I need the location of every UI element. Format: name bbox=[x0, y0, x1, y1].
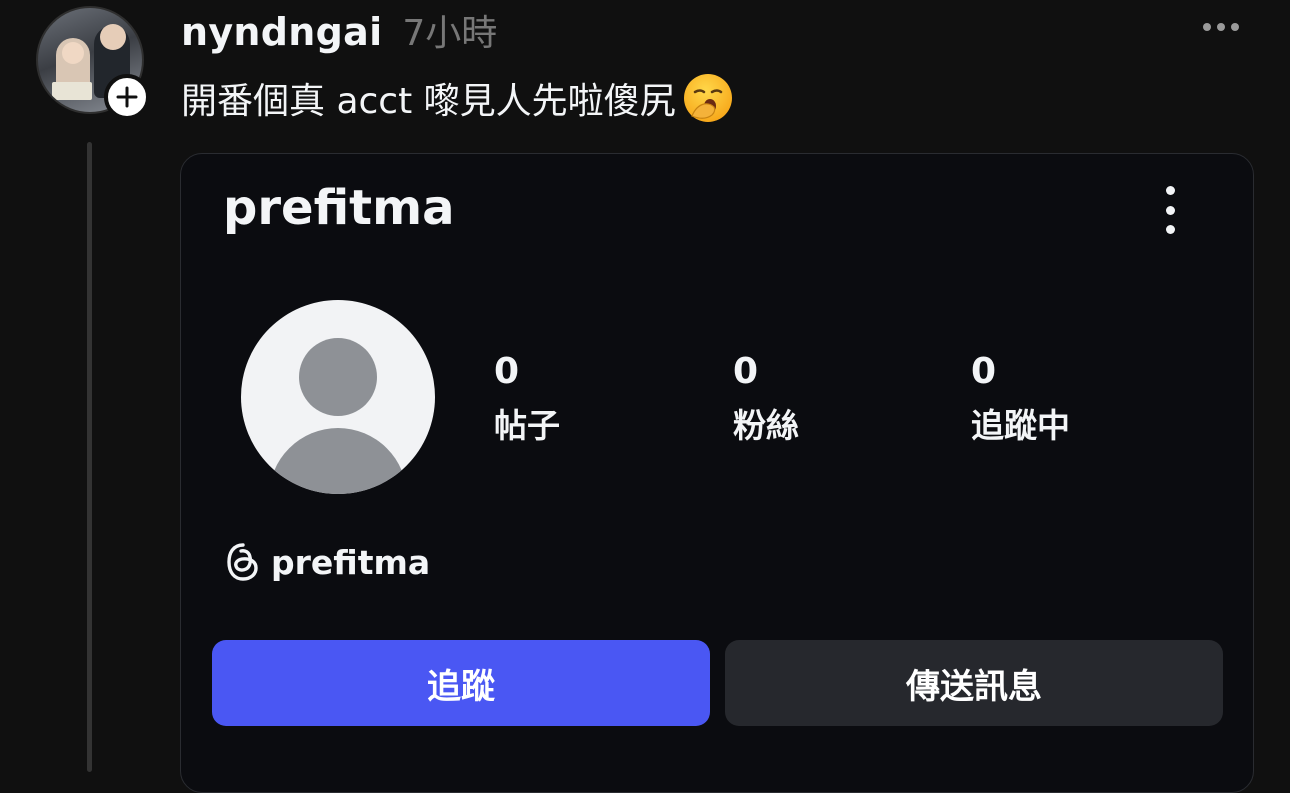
stat-posts-label: 帖子 bbox=[494, 406, 560, 445]
post-username[interactable]: nyndngai bbox=[181, 10, 382, 54]
avatar-photo-figure-head bbox=[62, 42, 84, 64]
yawning-face-icon bbox=[683, 74, 732, 122]
threads-handle: prefitma bbox=[271, 542, 431, 582]
default-profile-picture bbox=[241, 300, 435, 494]
avatar-photo-figure-head bbox=[100, 24, 126, 50]
stat-followers[interactable]: 0 粉絲 bbox=[733, 350, 799, 448]
thread-connector-line bbox=[87, 142, 92, 772]
threads-handle-row[interactable]: prefitma bbox=[225, 542, 430, 582]
person-silhouette-body bbox=[269, 428, 407, 494]
stat-posts[interactable]: 0 帖子 bbox=[494, 350, 560, 448]
stat-followers-label: 粉絲 bbox=[733, 406, 799, 445]
person-silhouette-head bbox=[299, 338, 377, 416]
stat-following[interactable]: 0 追蹤中 bbox=[971, 350, 1070, 448]
stat-following-count: 0 bbox=[971, 351, 997, 392]
post-text: 開番個真 acct 嚟見人先啦傻尻 bbox=[181, 81, 676, 122]
card-profile-handle: prefitma bbox=[223, 180, 455, 236]
threads-logo-icon bbox=[227, 543, 258, 581]
follow-button[interactable]: 追蹤 bbox=[212, 640, 710, 726]
profile-preview-card[interactable]: prefitma 0 帖子 0 粉絲 0 追蹤中 prefitma 追蹤 傳送訊… bbox=[180, 153, 1254, 793]
follow-author-button[interactable] bbox=[104, 74, 150, 120]
avatar-photo-sign bbox=[52, 82, 92, 100]
post-timestamp: 7小時 bbox=[402, 13, 498, 54]
stat-following-label: 追蹤中 bbox=[971, 406, 1070, 445]
send-message-button[interactable]: 傳送訊息 bbox=[725, 640, 1223, 726]
post-body: 開番個真 acct 嚟見人先啦傻尻 bbox=[181, 72, 734, 124]
plus-icon bbox=[116, 86, 138, 108]
card-menu-icon[interactable] bbox=[1155, 186, 1185, 234]
post-header: nyndngai 7小時 bbox=[181, 4, 497, 54]
more-options-icon[interactable] bbox=[1196, 14, 1246, 40]
author-avatar-group[interactable] bbox=[36, 6, 150, 120]
stat-followers-count: 0 bbox=[733, 351, 759, 392]
stat-posts-count: 0 bbox=[494, 351, 520, 392]
